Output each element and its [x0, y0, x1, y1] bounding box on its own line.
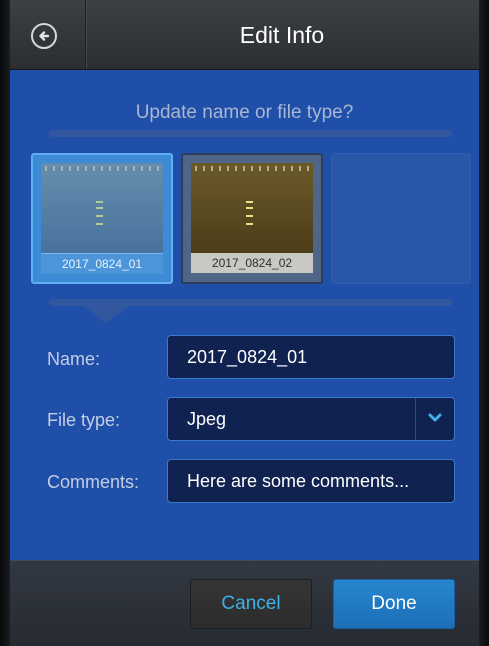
right-bezel: [479, 0, 489, 646]
thumbnail[interactable]: 2017_0824_02: [181, 153, 323, 284]
comments-field[interactable]: Here are some comments...: [167, 459, 455, 503]
selection-pointer: [82, 305, 130, 323]
prompt-text: Update name or file type?: [135, 102, 354, 123]
dropdown-toggle[interactable]: [415, 398, 454, 440]
gel-band: [96, 223, 103, 225]
left-bezel: [0, 0, 10, 646]
thumbnail-label: 2017_0824_02: [191, 253, 313, 273]
gel-band: [96, 215, 103, 217]
name-label: Name:: [47, 349, 101, 369]
top-divider: [49, 130, 452, 137]
thumbnail-label: 2017_0824_01: [41, 253, 163, 274]
gel-band: [246, 207, 253, 209]
gel-image-thumbnail: [191, 163, 313, 253]
lane-markers: [195, 166, 309, 171]
edit-info-screen: Edit Info Update name or file type? 2017…: [10, 0, 479, 646]
comments-label: Comments:: [47, 472, 140, 492]
gel-band: [246, 201, 253, 203]
file-type-dropdown[interactable]: Jpeg: [167, 397, 455, 441]
gel-band: [96, 201, 103, 203]
file-type-value: Jpeg: [187, 409, 227, 429]
lane-markers: [45, 166, 159, 171]
name-field-value: 2017_0824_01: [187, 347, 308, 367]
cancel-button[interactable]: Cancel: [190, 579, 312, 629]
done-button[interactable]: Done: [333, 579, 455, 629]
thumbnail-selected[interactable]: 2017_0824_01: [31, 153, 173, 284]
gel-band: [246, 215, 253, 217]
name-field[interactable]: 2017_0824_01: [167, 335, 455, 379]
gel-image-thumbnail: [41, 163, 163, 253]
gel-band: [96, 207, 103, 209]
thumbnail-empty-slot: [331, 153, 471, 284]
chevron-down-icon: [428, 413, 442, 422]
gel-band: [246, 223, 253, 225]
footer-bar: Cancel Done: [10, 560, 479, 646]
file-type-label: File type:: [47, 410, 121, 430]
comments-field-value: Here are some comments...: [187, 471, 410, 491]
